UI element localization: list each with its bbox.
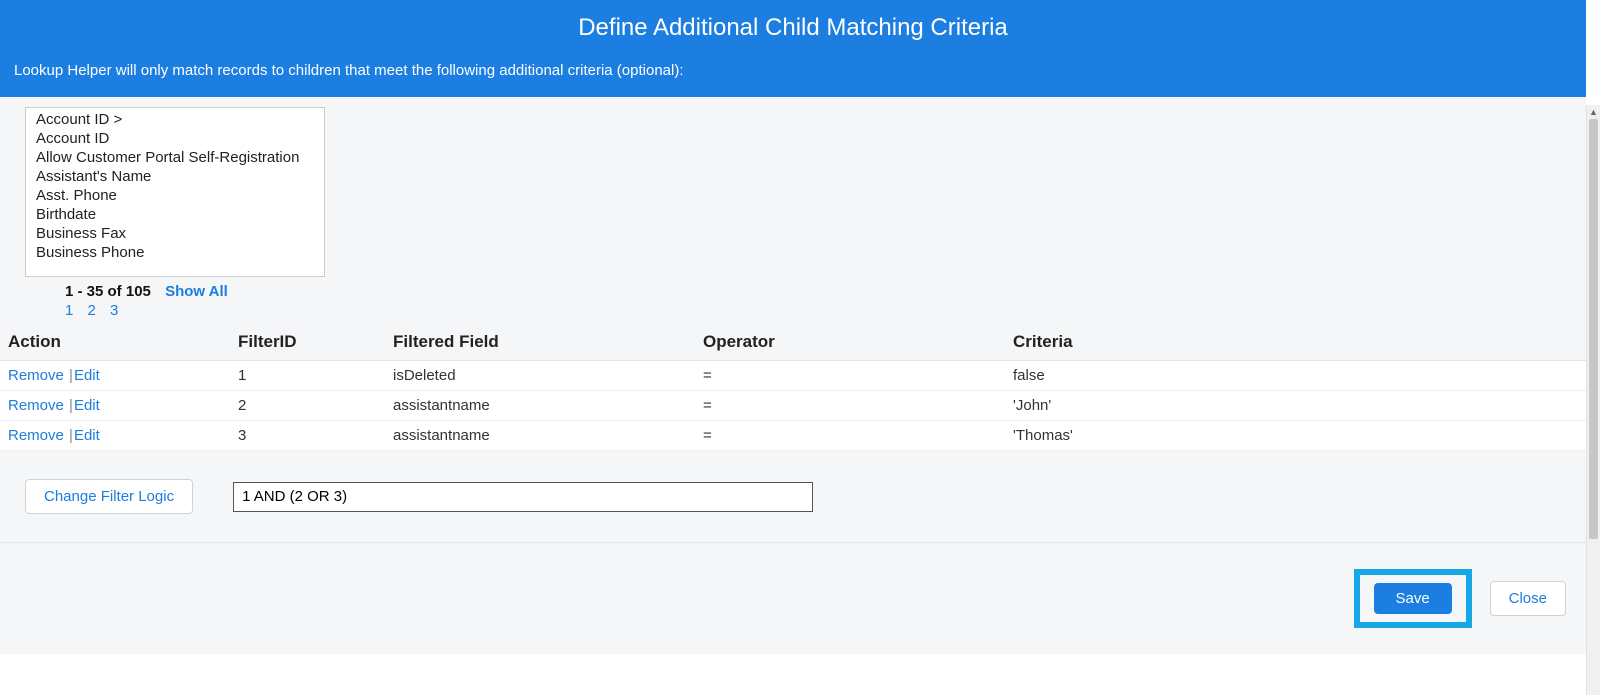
cell-criteria: 'Thomas' — [1005, 421, 1586, 451]
table-row: Remove |Edit 3 assistantname = 'Thomas' — [0, 421, 1586, 451]
dialog-header: Define Additional Child Matching Criteri… — [0, 0, 1586, 97]
field-option[interactable]: Birthdate — [26, 205, 324, 224]
edit-link[interactable]: Edit — [74, 427, 100, 444]
col-header-action: Action — [0, 325, 230, 361]
dialog-title: Define Additional Child Matching Criteri… — [14, 14, 1572, 42]
close-button[interactable]: Close — [1490, 581, 1566, 616]
field-picker-listbox[interactable]: Account ID > Account ID Allow Customer P… — [25, 107, 325, 277]
action-separator: | — [69, 397, 73, 414]
save-highlight: Save — [1354, 569, 1472, 628]
cell-operator: = — [695, 361, 1005, 391]
col-header-field: Filtered Field — [385, 325, 695, 361]
cell-field: assistantname — [385, 421, 695, 451]
cell-filterid: 3 — [230, 421, 385, 451]
field-option[interactable]: Business Fax — [26, 224, 324, 243]
scroll-up-icon[interactable]: ▲ — [1587, 105, 1600, 119]
cell-filterid: 1 — [230, 361, 385, 391]
page-link[interactable]: 1 — [65, 302, 73, 319]
field-option[interactable]: Account ID — [26, 129, 324, 148]
field-option[interactable]: Business Phone — [26, 243, 324, 262]
remove-link[interactable]: Remove — [8, 397, 64, 414]
field-option[interactable]: Asst. Phone — [26, 186, 324, 205]
action-separator: | — [69, 367, 73, 384]
edit-link[interactable]: Edit — [74, 397, 100, 414]
table-row: Remove |Edit 1 isDeleted = false — [0, 361, 1586, 391]
field-option[interactable]: Allow Customer Portal Self-Registration — [26, 148, 324, 167]
remove-link[interactable]: Remove — [8, 427, 64, 444]
col-header-operator: Operator — [695, 325, 1005, 361]
remove-link[interactable]: Remove — [8, 367, 64, 384]
action-separator: | — [69, 427, 73, 444]
show-all-link[interactable]: Show All — [165, 283, 228, 300]
page-link[interactable]: 3 — [110, 302, 118, 319]
col-header-filterid: FilterID — [230, 325, 385, 361]
cell-operator: = — [695, 391, 1005, 421]
page-links: 1 2 3 — [65, 302, 1586, 319]
field-option[interactable]: Assistant's Name — [26, 167, 324, 186]
cell-field: isDeleted — [385, 361, 695, 391]
dialog-subtitle: Lookup Helper will only match records to… — [14, 62, 1572, 79]
paging-info: 1 - 35 of 105 — [65, 283, 151, 300]
edit-link[interactable]: Edit — [74, 367, 100, 384]
cell-criteria: 'John' — [1005, 391, 1586, 421]
page-link[interactable]: 2 — [88, 302, 96, 319]
change-filter-logic-button[interactable]: Change Filter Logic — [25, 479, 193, 514]
field-option[interactable]: Account ID > — [26, 110, 324, 129]
scroll-thumb[interactable] — [1589, 119, 1598, 539]
cell-filterid: 2 — [230, 391, 385, 421]
filter-logic-input[interactable] — [233, 482, 813, 512]
col-header-criteria: Criteria — [1005, 325, 1586, 361]
cell-field: assistantname — [385, 391, 695, 421]
table-row: Remove |Edit 2 assistantname = 'John' — [0, 391, 1586, 421]
cell-operator: = — [695, 421, 1005, 451]
save-button[interactable]: Save — [1374, 583, 1452, 614]
page-scrollbar[interactable]: ▲ — [1586, 105, 1600, 695]
criteria-table: Action FilterID Filtered Field Operator … — [0, 325, 1586, 451]
cell-criteria: false — [1005, 361, 1586, 391]
